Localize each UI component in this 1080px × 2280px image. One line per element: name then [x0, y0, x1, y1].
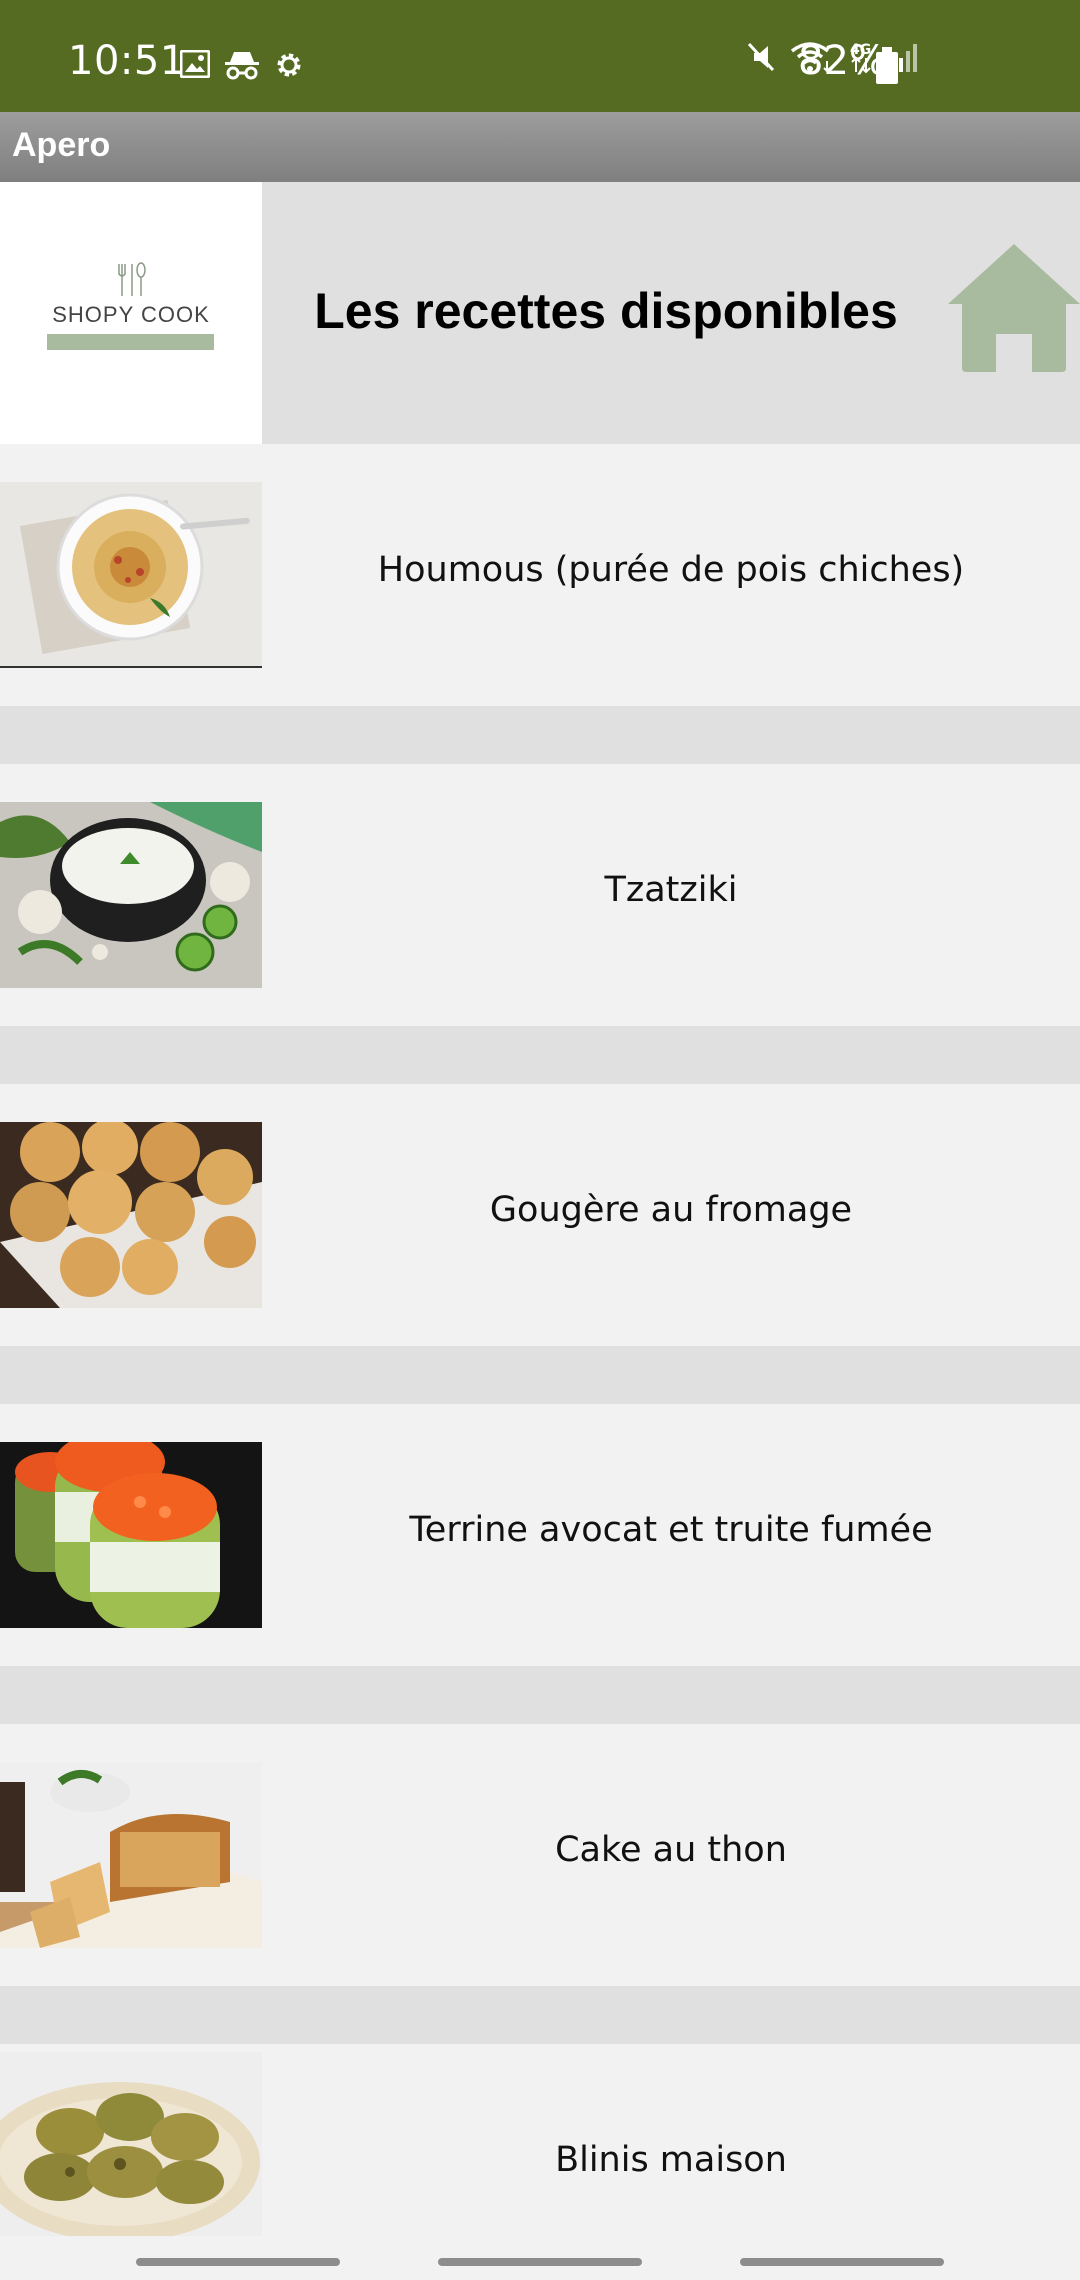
battery-percent: 82%	[798, 38, 887, 84]
list-separator	[0, 706, 1080, 764]
recipe-item-tzatziki[interactable]: Tzatziki	[0, 764, 1080, 1026]
cake-image	[0, 1762, 262, 1948]
recipe-item-gougere[interactable]: Gougère au fromage	[0, 1084, 1080, 1346]
page-title: Les recettes disponibles	[314, 283, 898, 339]
recipe-item-blinis[interactable]: Blinis maison	[0, 2044, 1080, 2236]
nav-back-button[interactable]	[740, 2258, 944, 2266]
status-time: 10:51	[68, 38, 186, 84]
list-separator	[0, 1986, 1080, 2044]
recipe-label: Blinis maison	[555, 2140, 787, 2180]
shopy-cook-logo: SHOPY COOK	[0, 182, 262, 444]
utensils-icon	[118, 262, 146, 296]
recipe-label: Gougère au fromage	[489, 1190, 853, 1230]
list-separator	[0, 1666, 1080, 1724]
recipe-item-houmous[interactable]: Houmous (purée de pois chiches)	[0, 444, 1080, 706]
terrine-image	[0, 1442, 262, 1628]
image-icon	[179, 49, 211, 85]
mute-icon	[746, 41, 776, 78]
hummus-image	[0, 482, 262, 668]
list-separator	[0, 1346, 1080, 1404]
gear-icon	[274, 50, 304, 85]
tzatziki-image	[0, 802, 262, 988]
status-bar: 10:51 4G 82%	[0, 0, 1080, 112]
home-icon[interactable]	[948, 242, 1080, 377]
logo-name: SHOPY COOK	[52, 302, 210, 327]
incognito-icon	[224, 50, 260, 85]
list-separator	[0, 1026, 1080, 1084]
blinis-image	[0, 2052, 262, 2236]
logo-banner	[47, 334, 214, 350]
app-bar: Apero	[0, 112, 1080, 182]
recipe-label: Tzatziki	[604, 870, 738, 910]
recipe-label: Cake au thon	[555, 1830, 787, 1870]
system-nav-bar	[0, 2236, 1080, 2280]
recipe-label: Houmous (purée de pois chiches)	[377, 550, 965, 590]
gougere-image	[0, 1122, 262, 1308]
recipe-label: Terrine avocat et truite fumée	[409, 1510, 933, 1550]
recipe-item-terrine[interactable]: Terrine avocat et truite fumée	[0, 1404, 1080, 1666]
nav-home-button[interactable]	[438, 2258, 642, 2266]
recipe-item-cake[interactable]: Cake au thon	[0, 1724, 1080, 1986]
battery-icon	[876, 47, 898, 84]
page-header: SHOPY COOK Les recettes disponibles	[0, 182, 1080, 444]
app-bar-title: Apero	[12, 126, 111, 164]
nav-recents-button[interactable]	[136, 2258, 340, 2266]
